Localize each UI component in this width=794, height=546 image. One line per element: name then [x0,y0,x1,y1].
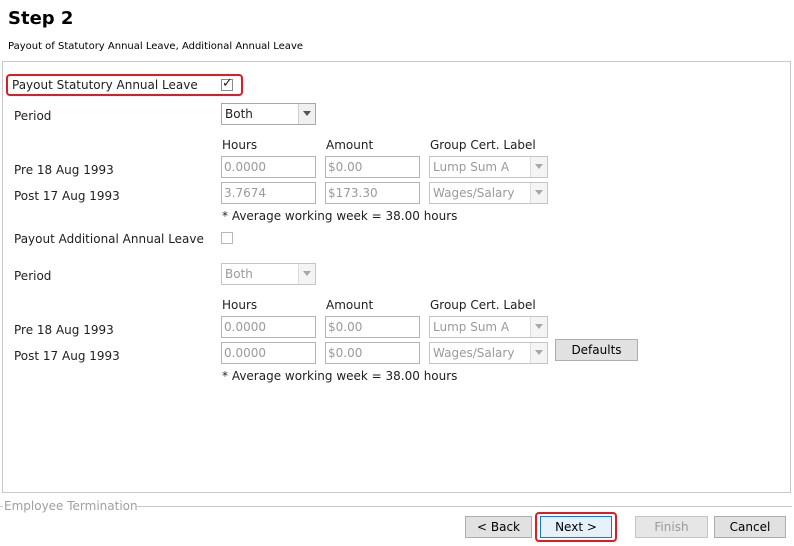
additional-pre-label: Pre 18 Aug 1993 [14,323,114,337]
additional-avg-week-note: * Average working week = 38.00 hours [222,369,458,383]
statutory-pre-label: Pre 18 Aug 1993 [14,163,114,177]
payout-additional-label: Payout Additional Annual Leave [14,232,204,246]
additional-period-label: Period [14,269,52,283]
chevron-down-icon [530,317,547,337]
chevron-down-icon [530,157,547,177]
statutory-post-amount-field[interactable]: $173.30 [325,182,420,204]
statutory-pre-hours-field[interactable]: 0.0000 [221,156,316,178]
statutory-pre-amount-field[interactable]: $0.00 [325,156,420,178]
footer-divider-left [0,506,3,507]
additional-post-hours-field[interactable]: 0.0000 [221,342,316,364]
back-button[interactable]: < Back [465,516,532,538]
step-panel [2,61,791,493]
footer-divider [136,506,792,507]
statutory-period-select[interactable]: Both [221,103,316,125]
payout-statutory-label: Payout Statutory Annual Leave [12,78,198,92]
additional-pre-group-select[interactable]: Lump Sum A [429,316,548,338]
additional-pre-amount-value: $0.00 [328,320,363,334]
statutory-pre-group-value: Lump Sum A [433,160,510,174]
statutory-amount-header: Amount [326,138,374,152]
additional-pre-hours-field[interactable]: 0.0000 [221,316,316,338]
payout-additional-checkbox[interactable] [221,232,233,244]
statutory-post-hours-field[interactable]: 3.7674 [221,182,316,204]
additional-post-group-select[interactable]: Wages/Salary [429,342,548,364]
chevron-down-icon [530,183,547,203]
statutory-period-value: Both [225,107,253,121]
statutory-post-label: Post 17 Aug 1993 [14,189,120,203]
additional-post-label: Post 17 Aug 1993 [14,349,120,363]
chevron-down-icon [298,264,315,284]
additional-group-header: Group Cert. Label [430,298,536,312]
finish-button[interactable]: Finish [635,516,708,538]
cancel-button[interactable]: Cancel [714,516,786,538]
defaults-button[interactable]: Defaults [555,339,638,361]
additional-period-select[interactable]: Both [221,263,316,285]
additional-pre-hours-value: 0.0000 [224,320,266,334]
chevron-down-icon [298,104,315,124]
statutory-pre-group-select[interactable]: Lump Sum A [429,156,548,178]
additional-pre-amount-field[interactable]: $0.00 [325,316,420,338]
footer-group-label: Employee Termination [4,499,138,513]
chevron-down-icon [530,343,547,363]
additional-post-hours-value: 0.0000 [224,346,266,360]
statutory-group-header: Group Cert. Label [430,138,536,152]
page-title: Step 2 [8,8,74,29]
additional-pre-group-value: Lump Sum A [433,320,510,334]
statutory-pre-amount-value: $0.00 [328,160,363,174]
additional-amount-header: Amount [326,298,374,312]
statutory-pre-hours-value: 0.0000 [224,160,266,174]
statutory-period-label: Period [14,109,52,123]
next-button[interactable]: Next > [540,516,612,538]
payout-statutory-checkbox[interactable] [221,76,233,91]
statutory-post-hours-value: 3.7674 [224,186,266,200]
statutory-post-group-select[interactable]: Wages/Salary [429,182,548,204]
page-subtitle: Payout of Statutory Annual Leave, Additi… [8,41,304,52]
statutory-post-group-value: Wages/Salary [433,186,515,200]
additional-period-value: Both [225,267,253,281]
statutory-hours-header: Hours [222,138,258,152]
additional-post-amount-value: $0.00 [328,346,363,360]
additional-post-amount-field[interactable]: $0.00 [325,342,420,364]
statutory-post-amount-value: $173.30 [328,186,378,200]
additional-post-group-value: Wages/Salary [433,346,515,360]
statutory-avg-week-note: * Average working week = 38.00 hours [222,209,458,223]
additional-hours-header: Hours [222,298,258,312]
